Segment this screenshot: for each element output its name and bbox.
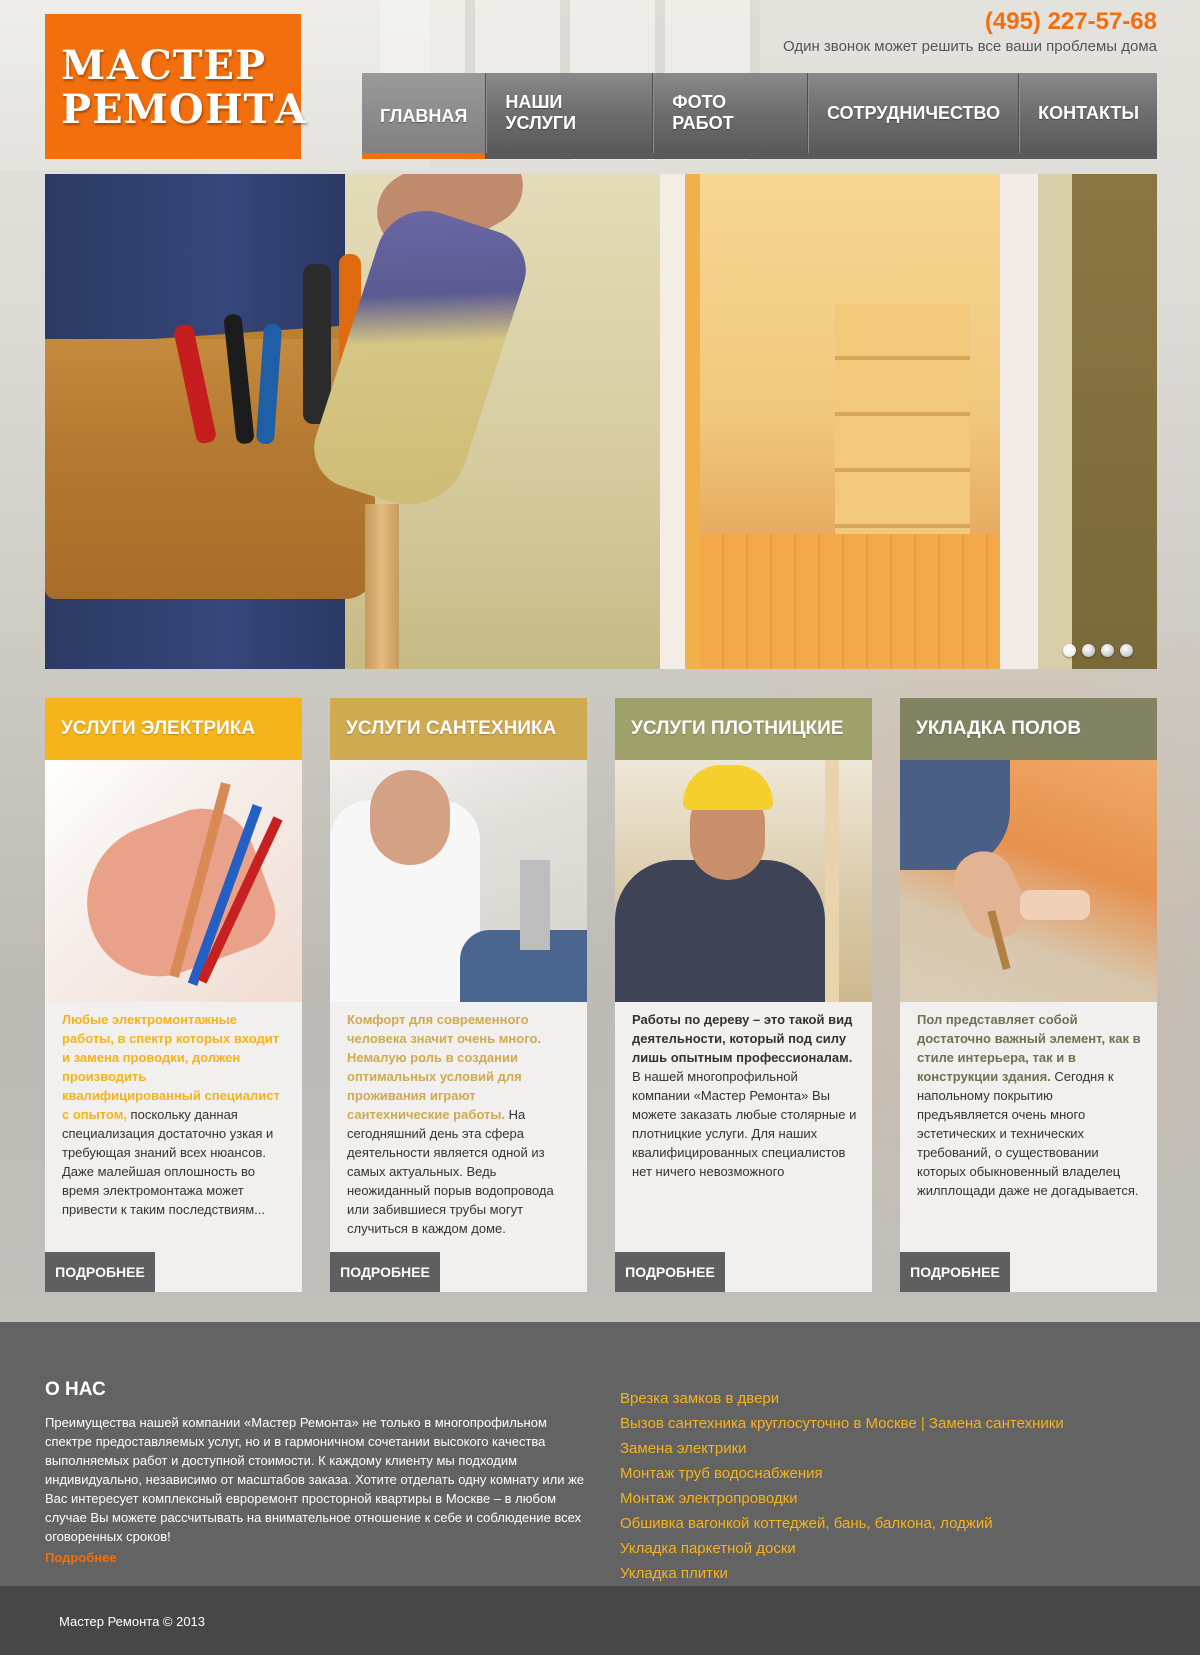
service-card-electrician: УСЛУГИ ЭЛЕКТРИКА Любые электромонтажные … (45, 698, 302, 1292)
header-tagline: Один звонок может решить все ваши пробле… (782, 38, 1157, 55)
slide-wall-right (1072, 174, 1157, 669)
worker-shirt (615, 860, 825, 1002)
card-title[interactable]: УКЛАДКА ПОЛОВ (900, 698, 1157, 760)
card-text: Пол представляет собой достаточно важный… (900, 1002, 1157, 1246)
wood-beam (825, 760, 839, 1002)
footer-link[interactable]: Укладка паркетной доски (620, 1536, 1064, 1561)
service-card-carpentry: УСЛУГИ ПЛОТНИЦКИЕ Работы по дереву – это… (615, 698, 872, 1292)
footer-link[interactable]: Укладка плитки (620, 1561, 1064, 1586)
card-image-carpenter[interactable] (615, 760, 872, 1002)
about-more-link[interactable]: Подробнее (45, 1550, 117, 1565)
pipe (520, 860, 550, 950)
card-lead: Любые электромонтажные работы, в спектр … (62, 1012, 280, 1122)
hard-hat (683, 765, 773, 810)
more-button[interactable]: ПОДРОБНЕЕ (615, 1252, 725, 1292)
slider-dot-1[interactable] (1063, 644, 1076, 657)
footer-links: Врезка замков в двери Вызов сантехника к… (620, 1386, 1064, 1586)
slide-hammer-handle (365, 504, 399, 669)
slide-cabinet (835, 304, 970, 534)
slider-pagination (1063, 644, 1133, 657)
footer-link[interactable]: Вызов сантехника круглосуточно в Москве … (620, 1411, 1064, 1436)
footer-link[interactable]: Замена электрики (620, 1436, 1064, 1461)
card-text: Работы по дереву – это такой вид деятель… (615, 1002, 872, 1246)
worker-head (370, 770, 450, 865)
logo-line-1: МАСТЕР (61, 42, 267, 89)
card-image-plumber[interactable] (330, 760, 587, 1002)
card-description: В нашей многопрофильной компании «Мастер… (632, 1069, 857, 1179)
slider-dot-4[interactable] (1120, 644, 1133, 657)
card-text: Комфорт для современного человека значит… (330, 1002, 587, 1246)
footer-about: О НАС Преимущества нашей компании «Масте… (0, 1322, 1200, 1586)
card-text: Любые электромонтажные работы, в спектр … (45, 1002, 302, 1246)
service-card-flooring: УКЛАДКА ПОЛОВ Пол представляет собой дос… (900, 698, 1157, 1292)
wood-block (1020, 890, 1090, 920)
card-lead: Комфорт для современного человека значит… (347, 1012, 541, 1122)
nav-item-services[interactable]: НАШИ УСЛУГИ (486, 73, 654, 153)
card-title[interactable]: УСЛУГИ САНТЕХНИКА (330, 698, 587, 760)
footer-bottom-bar: Мастер Ремонта © 2013 (0, 1586, 1200, 1655)
hero-slider (45, 174, 1157, 669)
nav-item-photos[interactable]: ФОТО РАБОТ (653, 73, 808, 153)
phone-number: (495) 227-57-68 (984, 8, 1157, 35)
footer-link[interactable]: Обшивка вагонкой коттеджей, бань, балкон… (620, 1511, 1064, 1536)
card-title[interactable]: УСЛУГИ ЭЛЕКТРИКА (45, 698, 302, 760)
copyright: Мастер Ремонта © 2013 (59, 1614, 206, 1629)
card-title[interactable]: УСЛУГИ ПЛОТНИЦКИЕ (615, 698, 872, 760)
footer-link[interactable]: Монтаж электропроводки (620, 1486, 1064, 1511)
card-description: На сегодняшний день эта сфера деятельнос… (347, 1107, 554, 1236)
slide-floor (700, 534, 1000, 669)
main-nav: ГЛАВНАЯ НАШИ УСЛУГИ ФОТО РАБОТ СОТРУДНИЧ… (362, 73, 1157, 159)
more-button[interactable]: ПОДРОБНЕЕ (330, 1252, 440, 1292)
slider-dot-3[interactable] (1101, 644, 1114, 657)
card-description: Сегодня к напольному покрытию предъявляе… (917, 1069, 1139, 1198)
nav-item-contacts[interactable]: КОНТАКТЫ (1019, 73, 1157, 153)
about-title: О НАС (45, 1379, 106, 1400)
slide-door (1000, 174, 1038, 669)
about-text: Преимущества нашей компании «Мастер Ремо… (45, 1415, 584, 1544)
nav-item-home[interactable]: ГЛАВНАЯ (362, 73, 487, 159)
slider-dot-2[interactable] (1082, 644, 1095, 657)
card-image-wires[interactable] (45, 760, 302, 1002)
logo-line-2: РЕМОНТА (61, 86, 308, 133)
card-image-flooring[interactable] (900, 760, 1157, 1002)
footer-link[interactable]: Монтаж труб водоснабжения (620, 1461, 1064, 1486)
nav-item-cooperation[interactable]: СОТРУДНИЧЕСТВО (807, 73, 1020, 153)
card-description: поскольку данная специализация достаточн… (62, 1107, 274, 1217)
more-button[interactable]: ПОДРОБНЕЕ (45, 1252, 155, 1292)
footer-link[interactable]: Врезка замков в двери (620, 1386, 1064, 1411)
site-logo[interactable]: МАСТЕР РЕМОНТА (45, 14, 308, 159)
more-button[interactable]: ПОДРОБНЕЕ (900, 1252, 1010, 1292)
service-card-plumber: УСЛУГИ САНТЕХНИКА Комфорт для современно… (330, 698, 587, 1292)
card-lead: Работы по дереву – это такой вид деятель… (632, 1012, 853, 1065)
